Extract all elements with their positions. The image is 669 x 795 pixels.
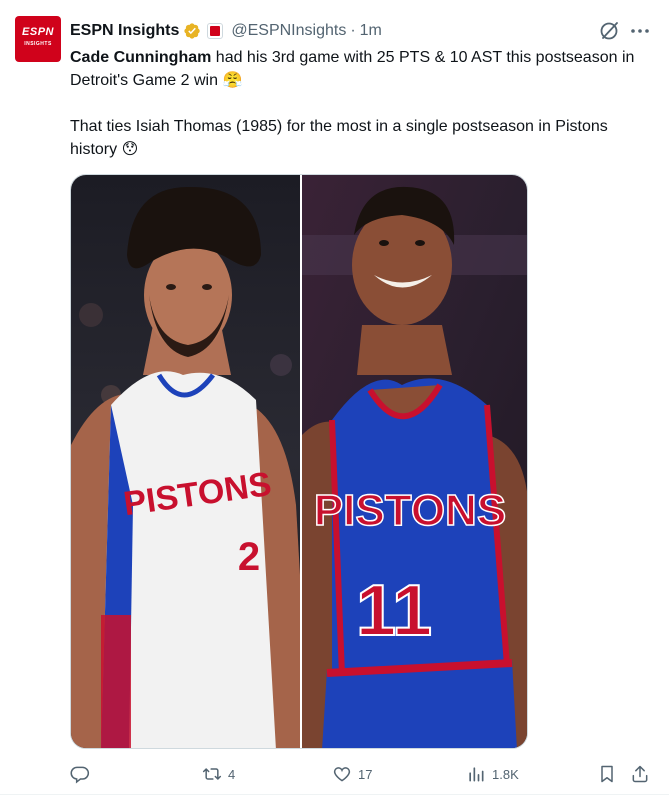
views-button[interactable]: 1.8K	[466, 760, 519, 788]
share-button[interactable]	[630, 760, 650, 788]
views-chart-icon	[469, 767, 484, 782]
more-options-icon[interactable]	[626, 18, 654, 44]
right-jersey-team: PISTONS	[314, 486, 506, 535]
share-icon	[632, 765, 648, 783]
player-photo-right[interactable]: PISTONS 11	[302, 175, 528, 749]
views-count: 1.8K	[492, 766, 519, 782]
player-mention: Cade Cunningham	[70, 49, 212, 66]
tweet-paragraph-2: That ties Isiah Thomas (1985) for the mo…	[70, 118, 608, 158]
right-jersey-number: 11	[356, 571, 432, 651]
grok-icon[interactable]	[596, 18, 622, 44]
retweet-icon	[202, 768, 222, 780]
tweet-media[interactable]: PISTONS 2 PISTONS 11	[70, 174, 528, 749]
reply-icon	[70, 766, 90, 784]
avatar[interactable]: ESPN INSIGHTS	[15, 16, 61, 62]
tweet[interactable]: ESPN INSIGHTS ESPN Insights @ESPNInsight…	[0, 0, 669, 795]
bookmark-button[interactable]	[597, 760, 617, 788]
tweet-actions: 4 17 1.8K	[70, 760, 660, 788]
like-count: 17	[358, 766, 373, 782]
avatar-subtext: INSIGHTS	[24, 41, 52, 47]
timestamp[interactable]: 1m	[360, 22, 382, 40]
left-jersey-number: 2	[238, 535, 260, 579]
display-name[interactable]: ESPN Insights	[70, 22, 179, 40]
affiliate-badge-icon[interactable]	[207, 23, 224, 39]
bookmark-icon	[601, 765, 613, 783]
retweet-button[interactable]: 4	[202, 760, 235, 788]
separator-dot: ·	[350, 22, 356, 39]
tweet-header: ESPN Insights @ESPNInsights · 1m	[70, 20, 382, 42]
reply-button[interactable]	[70, 760, 96, 788]
handle[interactable]: @ESPNInsights	[231, 22, 346, 40]
like-button[interactable]: 17	[332, 760, 372, 788]
heart-icon	[333, 767, 351, 782]
tweet-text: Cade Cunningham had his 3rd game with 25…	[70, 46, 655, 161]
tweet-paragraph-1: Cade Cunningham had his 3rd game with 25…	[70, 46, 655, 92]
verified-badge-icon[interactable]	[183, 22, 201, 40]
retweet-count: 4	[228, 766, 236, 782]
player-photo-left[interactable]: PISTONS 2	[71, 175, 300, 749]
espn-logo: ESPN	[22, 26, 54, 38]
